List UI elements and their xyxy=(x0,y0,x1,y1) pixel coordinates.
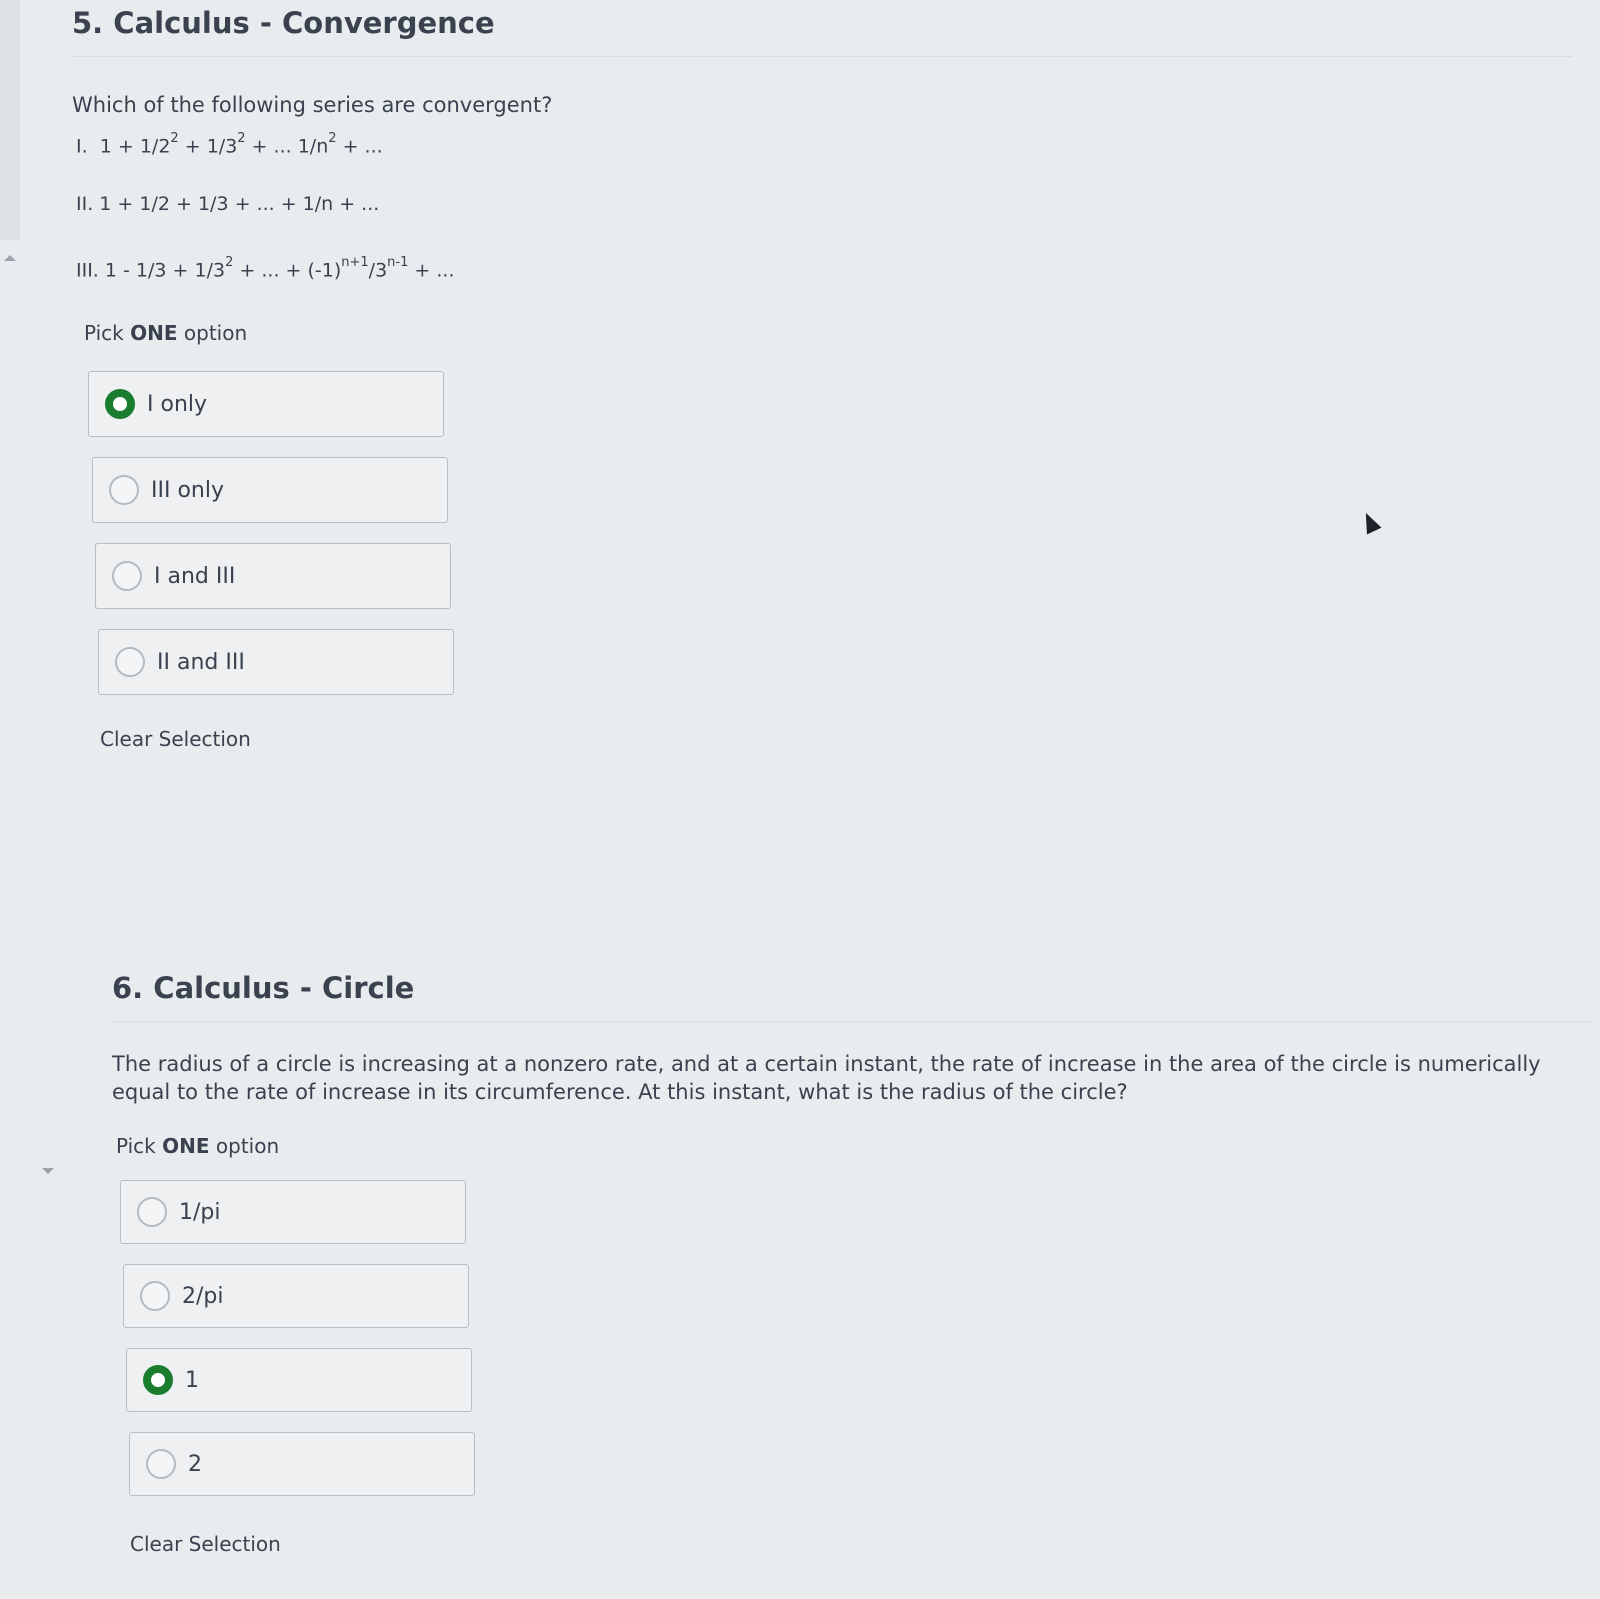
caret-up-icon[interactable] xyxy=(4,255,16,261)
radio-unchecked-icon[interactable] xyxy=(109,475,139,505)
series-text: + ... xyxy=(336,135,383,158)
radio-unchecked-icon[interactable] xyxy=(112,561,142,591)
caret-down-icon[interactable] xyxy=(42,1168,54,1174)
radio-unchecked-icon[interactable] xyxy=(140,1281,170,1311)
series-text: + 1/3 xyxy=(178,135,238,158)
pick-instruction: Pick ONE option xyxy=(84,321,1572,345)
series-text: /3 xyxy=(368,259,388,282)
option-label: III only xyxy=(151,477,224,503)
option-label: I only xyxy=(147,391,208,417)
option-label: 2/pi xyxy=(182,1283,224,1309)
question-title: 5. Calculus - Convergence xyxy=(72,6,1572,57)
series-item-2: II. 1 + 1/2 + 1/3 + ... + 1/n + ... xyxy=(76,191,1572,253)
option-list: I only III only I and III II and III xyxy=(72,371,1572,695)
question-6: 6. Calculus - Circle The radius of a cir… xyxy=(112,965,1592,1556)
clear-selection-link[interactable]: Clear Selection xyxy=(100,727,251,751)
radio-unchecked-icon[interactable] xyxy=(146,1449,176,1479)
option-label: 1 xyxy=(185,1367,199,1393)
series-item-3: III. 1 - 1/3 + 1/32 + ... + (-1)n+1/3n-1… xyxy=(76,253,1572,315)
series-exponent: 2 xyxy=(237,131,246,146)
option-label: 1/pi xyxy=(179,1199,221,1225)
radio-unchecked-icon[interactable] xyxy=(115,647,145,677)
option-2-over-pi[interactable]: 2/pi xyxy=(123,1264,469,1328)
series-numeral: III. xyxy=(76,259,99,282)
pick-prefix: Pick xyxy=(84,321,131,345)
series-exponent: n+1 xyxy=(341,255,369,270)
option-label: II and III xyxy=(157,649,245,675)
pick-bold: ONE xyxy=(162,1134,210,1158)
question-title: 6. Calculus - Circle xyxy=(112,971,1592,1022)
option-label: 2 xyxy=(188,1451,202,1477)
series-numeral: II. xyxy=(76,193,94,215)
series-text: 1 - 1/3 + 1/3 xyxy=(104,259,226,282)
radio-unchecked-icon[interactable] xyxy=(137,1197,167,1227)
pick-suffix: option xyxy=(209,1134,280,1158)
series-item-1: I. 1 + 1/22 + 1/32 + ... 1/n2 + ... xyxy=(76,129,1572,191)
radio-checked-icon[interactable] xyxy=(105,389,135,419)
series-text: + ... 1/n xyxy=(245,135,329,158)
series-text: + ... + (-1) xyxy=(233,259,342,282)
option-1-over-pi[interactable]: 1/pi xyxy=(120,1180,466,1244)
series-exponent: 2 xyxy=(225,255,234,270)
radio-checked-icon[interactable] xyxy=(143,1365,173,1395)
series-text: 1 + 1/2 + 1/3 + ... + 1/n + ... xyxy=(99,193,380,215)
pick-instruction: Pick ONE option xyxy=(116,1134,1592,1158)
option-i-and-iii[interactable]: I and III xyxy=(95,543,451,609)
question-prompt: The radius of a circle is increasing at … xyxy=(112,1052,1541,1104)
series-text: 1 + 1/2 xyxy=(99,135,171,158)
clear-selection-link[interactable]: Clear Selection xyxy=(130,1532,281,1556)
option-iii-only[interactable]: III only xyxy=(92,457,448,523)
left-rail xyxy=(0,0,20,240)
option-i-only[interactable]: I only xyxy=(88,371,444,437)
question-5: 5. Calculus - Convergence Which of the f… xyxy=(72,0,1572,751)
option-label: I and III xyxy=(154,563,236,589)
pick-suffix: option xyxy=(177,321,248,345)
series-exponent: n-1 xyxy=(387,255,409,270)
question-prompt: Which of the following series are conver… xyxy=(72,93,553,117)
series-exponent: 2 xyxy=(328,131,337,146)
option-1[interactable]: 1 xyxy=(126,1348,472,1412)
series-list: I. 1 + 1/22 + 1/32 + ... 1/n2 + ... II. … xyxy=(76,129,1572,315)
option-list: 1/pi 2/pi 1 2 xyxy=(112,1180,1592,1496)
option-2[interactable]: 2 xyxy=(129,1432,475,1496)
series-exponent: 2 xyxy=(170,131,179,146)
pick-prefix: Pick xyxy=(116,1134,163,1158)
series-text: + ... xyxy=(408,259,455,282)
pick-bold: ONE xyxy=(130,321,178,345)
series-numeral: I. xyxy=(76,135,88,158)
option-ii-and-iii[interactable]: II and III xyxy=(98,629,454,695)
